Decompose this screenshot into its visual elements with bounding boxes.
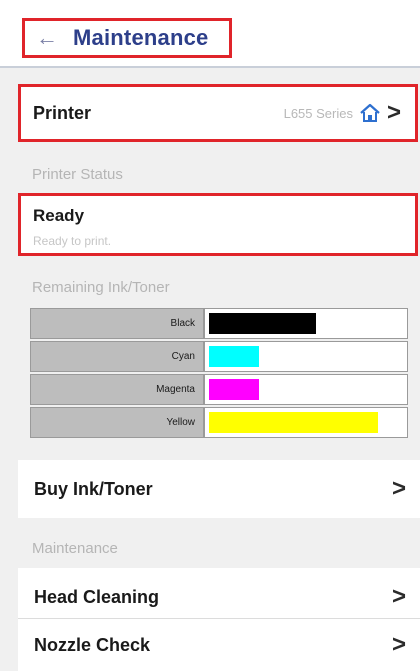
buy-ink-button[interactable]: Buy Ink/Toner > — [18, 460, 420, 518]
chevron-right-icon: > — [391, 583, 406, 610]
back-arrow-icon[interactable]: ← — [33, 24, 61, 52]
buy-ink-label: Buy Ink/Toner — [34, 478, 153, 499]
app-header: ← Maintenance — [0, 0, 420, 68]
chevron-right-icon: > — [391, 631, 406, 658]
ink-row-magenta: Magenta — [30, 374, 414, 405]
home-icon — [359, 102, 381, 124]
printer-status-value: Ready — [33, 206, 85, 225]
ink-row-black: Black — [30, 308, 414, 339]
printer-label: Printer — [33, 102, 92, 123]
printer-status-label: Printer Status — [32, 166, 123, 183]
ink-name: Cyan — [30, 341, 204, 372]
ink-name: Magenta — [30, 374, 204, 405]
ink-fill-black — [209, 313, 316, 334]
head-cleaning-label: Head Cleaning — [34, 586, 160, 607]
nozzle-check-button[interactable]: Nozzle Check > — [18, 619, 420, 671]
chevron-right-icon: > — [391, 475, 406, 502]
ink-fill-yellow — [209, 412, 378, 433]
ink-name: Yellow — [30, 407, 204, 438]
printer-row[interactable]: Printer L655 Series > — [18, 84, 418, 142]
ink-track — [204, 308, 408, 339]
printer-status-box: Ready Ready to print. — [18, 193, 418, 256]
ink-row-yellow: Yellow — [30, 407, 414, 438]
chevron-right-icon: > — [386, 99, 401, 126]
ink-track — [204, 407, 408, 438]
maintenance-section-label: Maintenance — [32, 540, 118, 557]
ink-name: Black — [30, 308, 204, 339]
nozzle-check-label: Nozzle Check — [34, 634, 151, 655]
ink-row-cyan: Cyan — [30, 341, 414, 372]
ink-levels-panel: Black Cyan Magenta Yellow — [30, 308, 414, 440]
ink-section-label: Remaining Ink/Toner — [32, 279, 170, 296]
printer-status-detail: Ready to print. — [33, 234, 112, 248]
ink-track — [204, 374, 408, 405]
ink-track — [204, 341, 408, 372]
page-title: Maintenance — [73, 25, 209, 50]
header-title-box: ← Maintenance — [22, 18, 232, 58]
printer-model: L655 Series — [283, 105, 353, 121]
ink-fill-magenta — [209, 379, 259, 400]
ink-fill-cyan — [209, 346, 259, 367]
